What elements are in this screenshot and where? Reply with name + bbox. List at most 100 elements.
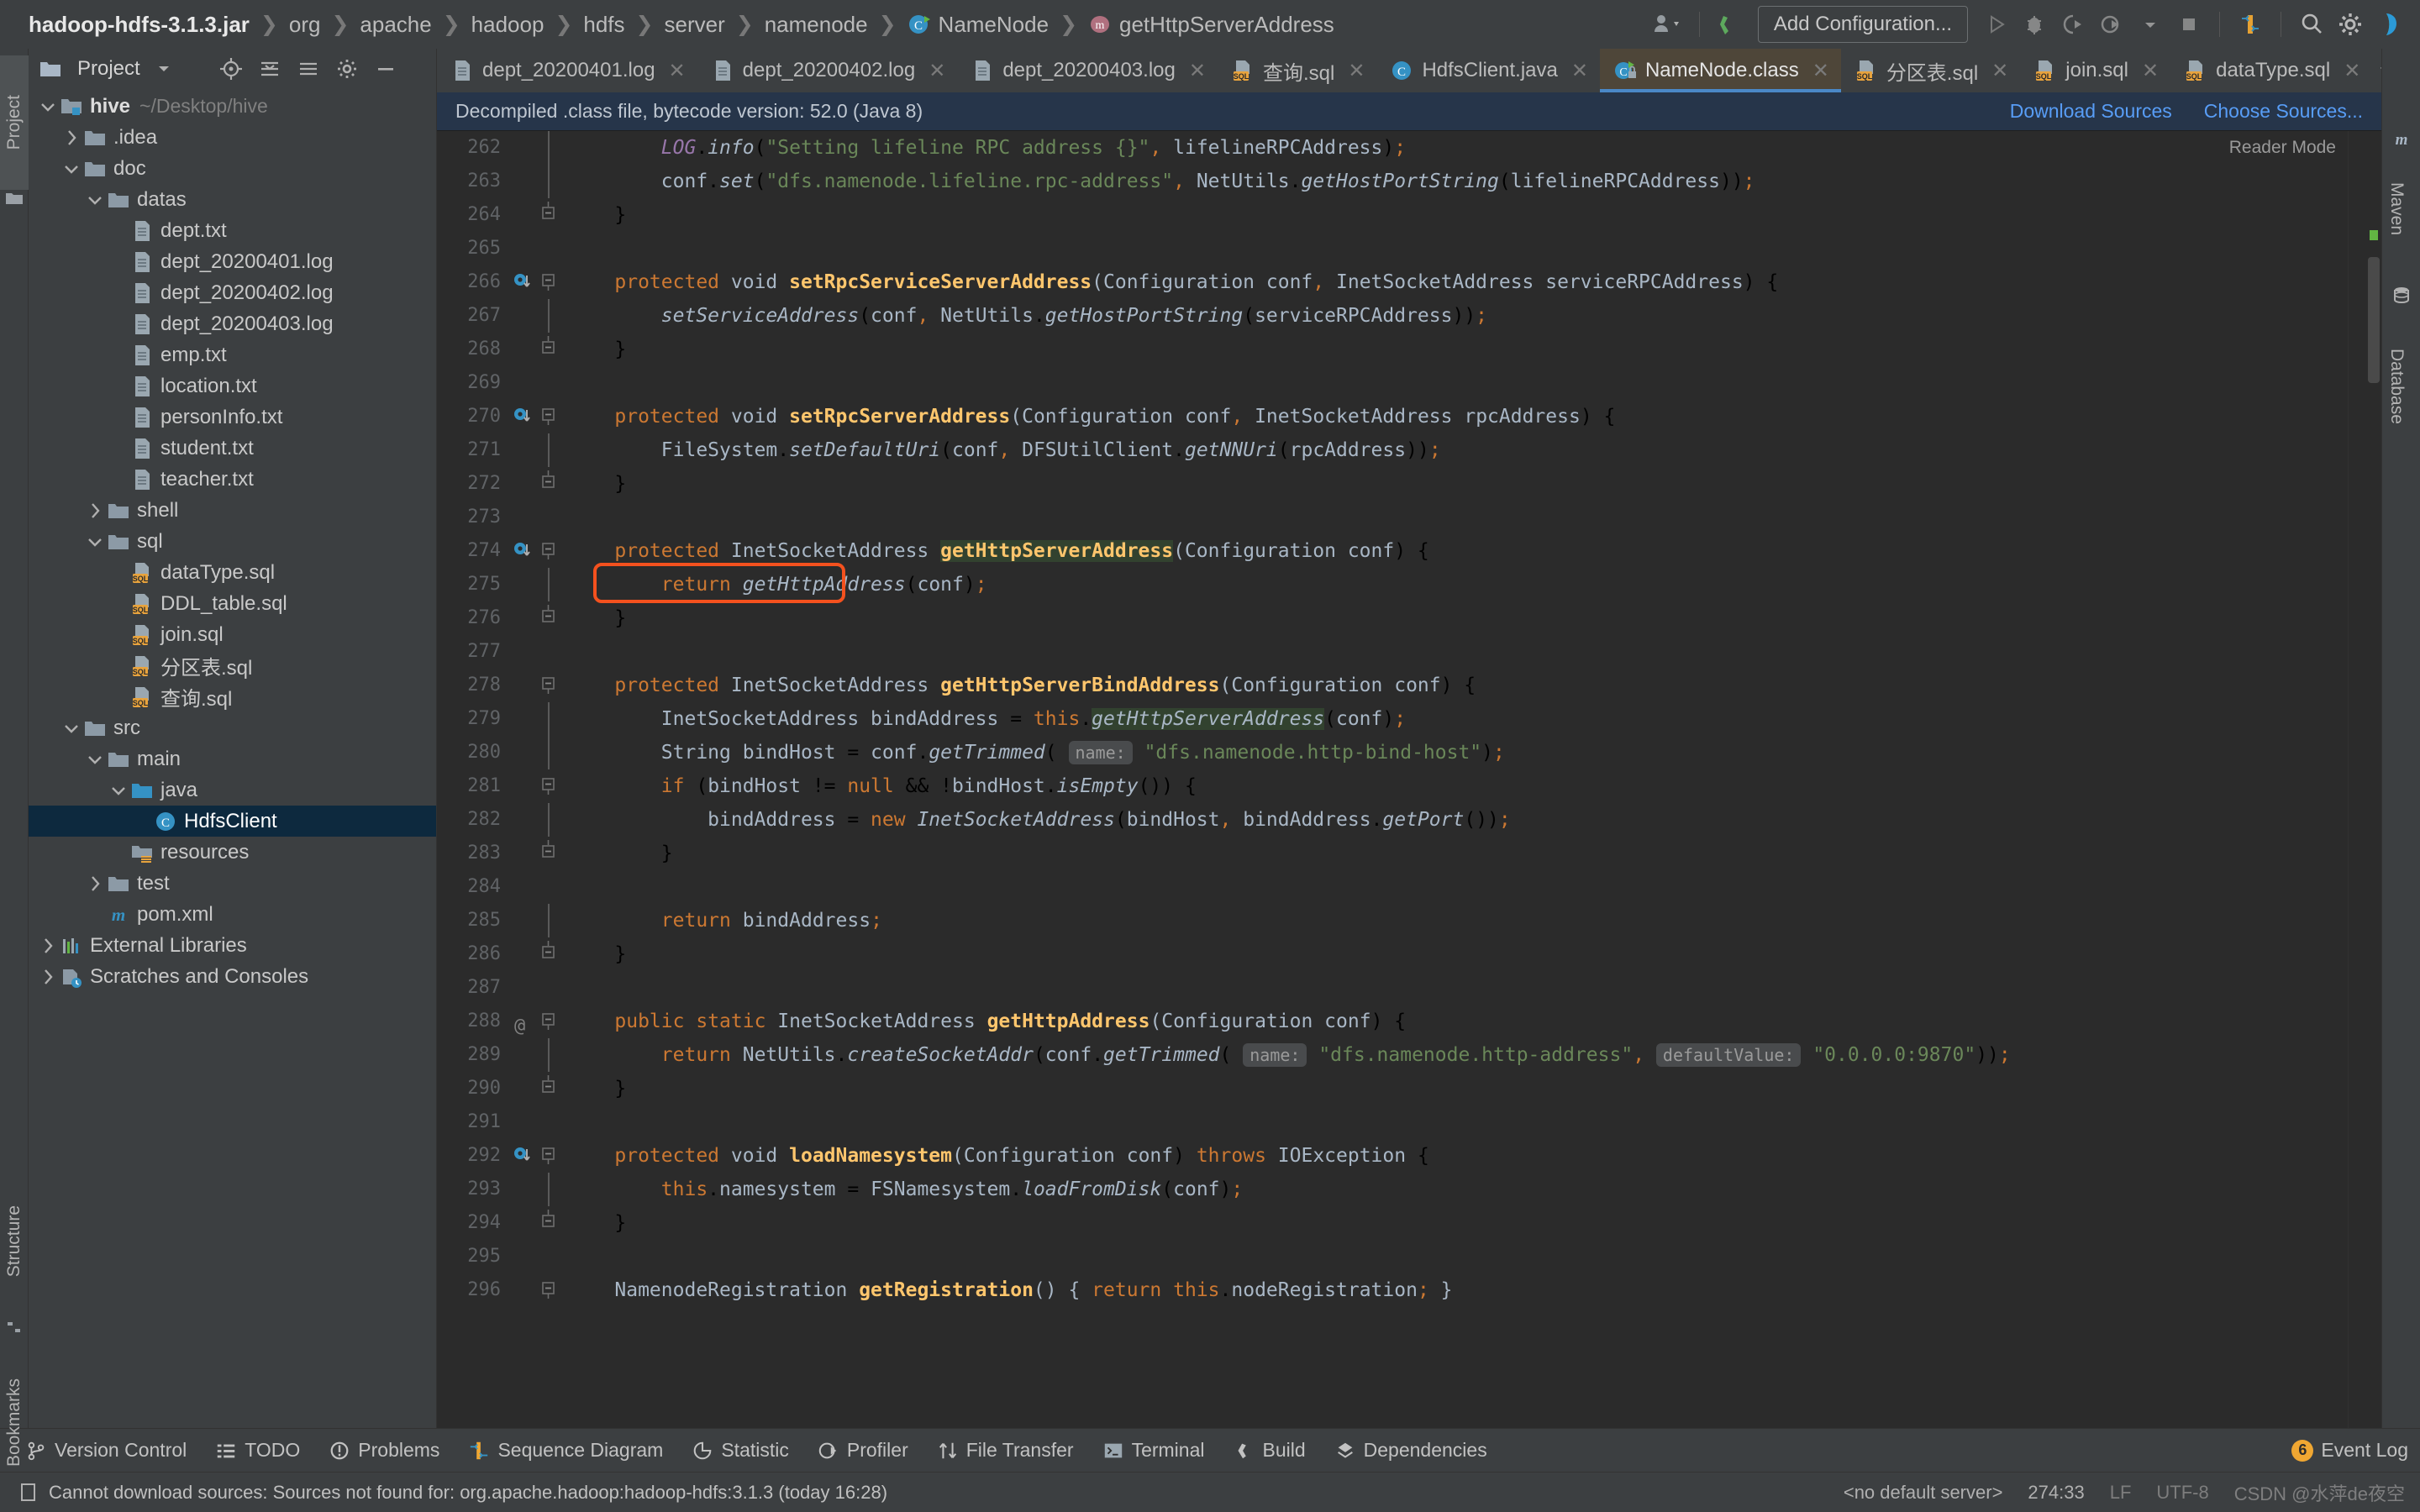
breadcrumb-item-namenode[interactable]: namenode bbox=[765, 12, 868, 38]
gutter-row[interactable] bbox=[509, 736, 568, 769]
sidebar-tab-database[interactable]: Database bbox=[2382, 311, 2411, 462]
close-icon[interactable]: ✕ bbox=[2344, 59, 2360, 83]
chevron-down-icon[interactable] bbox=[84, 531, 106, 553]
download-sources-link[interactable]: Download Sources bbox=[2010, 100, 2172, 123]
gutter-row[interactable] bbox=[509, 601, 568, 635]
status-line-separator[interactable]: LF bbox=[2110, 1482, 2132, 1504]
editor-tab[interactable]: dept_20200401.log ✕ bbox=[437, 49, 697, 92]
editor-tab[interactable]: C NameNode.class ✕ bbox=[1599, 49, 1841, 92]
gutter-row[interactable] bbox=[509, 937, 568, 971]
gutter-row[interactable] bbox=[509, 433, 568, 467]
tree-node[interactable]: personInfo.txt bbox=[29, 402, 436, 433]
chevron-right-icon[interactable] bbox=[84, 873, 106, 895]
tree-node[interactable]: location.txt bbox=[29, 370, 436, 402]
fold-end-icon[interactable] bbox=[539, 941, 558, 963]
ide-help-icon[interactable] bbox=[2370, 5, 2408, 44]
search-everywhere-icon[interactable] bbox=[2292, 5, 2331, 44]
gutter-row[interactable] bbox=[509, 971, 568, 1005]
close-icon[interactable]: ✕ bbox=[2142, 59, 2159, 83]
build-icon[interactable] bbox=[1711, 5, 1749, 44]
tree-node[interactable]: SQL DDL_table.sql bbox=[29, 588, 436, 619]
hide-panel-icon[interactable] bbox=[371, 54, 401, 84]
tree-node[interactable]: student.txt bbox=[29, 433, 436, 464]
fold-collapse-icon[interactable] bbox=[539, 1280, 558, 1300]
gutter-row[interactable] bbox=[509, 534, 568, 568]
run-icon[interactable] bbox=[1976, 5, 2015, 44]
sidebar-tab-bookmarks[interactable]: Bookmarks bbox=[0, 1347, 29, 1499]
gutter-row[interactable]: @ bbox=[509, 1005, 568, 1038]
tree-node[interactable]: doc bbox=[29, 153, 436, 184]
editor-scrollbar-thumb[interactable] bbox=[2368, 257, 2380, 383]
tree-node[interactable]: datas bbox=[29, 184, 436, 215]
breadcrumb-item-org[interactable]: org bbox=[289, 12, 321, 38]
tree-node[interactable]: m pom.xml bbox=[29, 899, 436, 930]
gutter-row[interactable] bbox=[509, 837, 568, 870]
close-icon[interactable]: ✕ bbox=[669, 59, 686, 83]
fold-end-icon[interactable] bbox=[539, 840, 558, 862]
gutter-row[interactable] bbox=[509, 1105, 568, 1139]
chevron-down-icon[interactable] bbox=[2131, 5, 2170, 44]
status-message[interactable]: Cannot download sources: Sources not fou… bbox=[49, 1482, 887, 1504]
tree-node[interactable]: dept.txt bbox=[29, 215, 436, 246]
tree-node[interactable]: SQL 查询.sql bbox=[29, 681, 436, 712]
sidebar-tab-maven[interactable]: Maven bbox=[2382, 155, 2411, 264]
gutter-row[interactable] bbox=[509, 165, 568, 198]
gutter-row[interactable] bbox=[509, 870, 568, 904]
gutter-row[interactable] bbox=[509, 467, 568, 501]
chevron-down-icon[interactable] bbox=[37, 96, 59, 118]
breadcrumb-item-method[interactable]: m getHttpServerAddress bbox=[1088, 12, 1334, 38]
run-coverage-icon[interactable] bbox=[2054, 5, 2092, 44]
tree-node[interactable]: hive ~/Desktop/hive bbox=[29, 91, 436, 122]
tree-node[interactable]: test bbox=[29, 868, 436, 899]
profile-icon[interactable] bbox=[2092, 5, 2131, 44]
gutter-row[interactable] bbox=[509, 702, 568, 736]
gutter-row[interactable] bbox=[509, 333, 568, 366]
bottom-tool-dependencies[interactable]: Dependencies bbox=[1334, 1439, 1487, 1462]
tree-node[interactable]: dept_20200403.log bbox=[29, 308, 436, 339]
bottom-tool-todo[interactable]: TODO bbox=[215, 1439, 300, 1462]
tree-node[interactable]: main bbox=[29, 743, 436, 774]
fold-collapse-icon[interactable] bbox=[539, 675, 558, 696]
settings-gear-icon[interactable] bbox=[332, 54, 362, 84]
tree-node[interactable]: java bbox=[29, 774, 436, 806]
tree-node[interactable]: shell bbox=[29, 495, 436, 526]
fold-end-icon[interactable] bbox=[539, 202, 558, 223]
breadcrumb-item-class[interactable]: C NameNode bbox=[908, 12, 1049, 38]
tree-node[interactable]: .idea bbox=[29, 122, 436, 153]
fold-end-icon[interactable] bbox=[539, 470, 558, 492]
tree-node[interactable]: src bbox=[29, 712, 436, 743]
bottom-tool-problems[interactable]: Problems bbox=[329, 1439, 439, 1462]
expand-all-icon[interactable] bbox=[255, 54, 285, 84]
editor-tab[interactable]: SQL dataType.sql ✕ bbox=[2170, 49, 2372, 92]
editor-tab[interactable]: C HdfsClient.java ✕ bbox=[1376, 49, 1600, 92]
breadcrumb-item-apache[interactable]: apache bbox=[360, 12, 431, 38]
gutter-row[interactable] bbox=[509, 232, 568, 265]
settings-gear-icon[interactable] bbox=[2331, 5, 2370, 44]
tree-node[interactable]: sql bbox=[29, 526, 436, 557]
bottom-tool-build[interactable]: Build bbox=[1233, 1439, 1306, 1462]
reader-mode-label[interactable]: Reader Mode bbox=[2229, 138, 2336, 158]
close-icon[interactable]: ✕ bbox=[929, 59, 945, 83]
collapse-all-icon[interactable] bbox=[293, 54, 324, 84]
sidebar-tab-structure[interactable]: Structure bbox=[0, 1170, 29, 1313]
fold-end-icon[interactable] bbox=[539, 336, 558, 358]
tree-node[interactable]: SQL 分区表.sql bbox=[29, 650, 436, 681]
gutter-row[interactable] bbox=[509, 1173, 568, 1206]
user-dropdown-icon[interactable] bbox=[1649, 5, 1688, 44]
override-method-icon[interactable] bbox=[513, 541, 533, 561]
stop-icon[interactable] bbox=[2170, 5, 2208, 44]
gutter-row[interactable] bbox=[509, 501, 568, 534]
gutter-row[interactable] bbox=[509, 769, 568, 803]
chevron-down-icon[interactable] bbox=[108, 780, 129, 801]
close-icon[interactable]: ✕ bbox=[1812, 59, 1829, 83]
breadcrumb-item-hadoop[interactable]: hadoop bbox=[471, 12, 544, 38]
editor-tab[interactable]: dept_20200403.log ✕ bbox=[957, 49, 1218, 92]
gutter-row[interactable] bbox=[509, 400, 568, 433]
chevron-down-icon[interactable] bbox=[149, 54, 179, 84]
fold-end-icon[interactable] bbox=[539, 605, 558, 627]
bottom-tool-terminal[interactable]: Terminal bbox=[1102, 1439, 1204, 1462]
override-method-icon[interactable] bbox=[513, 272, 533, 292]
sequence-diagram-icon[interactable] bbox=[2231, 5, 2270, 44]
gutter-row[interactable] bbox=[509, 669, 568, 702]
tree-node[interactable]: dept_20200401.log bbox=[29, 246, 436, 277]
